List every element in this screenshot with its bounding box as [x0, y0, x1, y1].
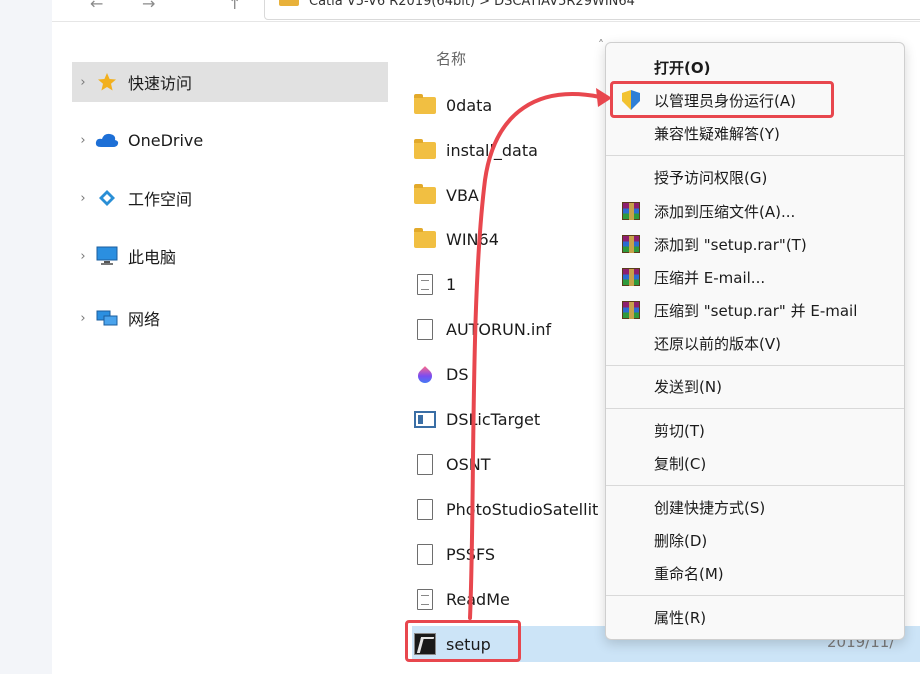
chevron-right-icon[interactable]: › [72, 191, 94, 206]
folder-icon [412, 183, 438, 207]
nav-label: OneDrive [128, 130, 204, 150]
file-name: ReadMe [446, 589, 510, 609]
menu-item-cut[interactable]: 剪切(T) [606, 414, 904, 446]
file-icon [412, 542, 438, 566]
sort-caret-icon: ˄ [598, 38, 604, 52]
menu-item-run-as-admin[interactable]: 以管理员身份运行(A) [606, 84, 904, 116]
file-name: PhotoStudioSatellit [446, 499, 599, 519]
menu-item-label: 压缩并 E-mail... [654, 268, 766, 287]
menu-item-label: 兼容性疑难解答(Y) [654, 124, 780, 143]
file-name: AUTORUN.inf [446, 319, 552, 339]
file-name: install_data [446, 140, 538, 160]
title-bar: ← → ↑ Catia V5-V6 R2019(64bit) > DSCATIA… [52, 0, 920, 22]
menu-separator [606, 485, 904, 486]
star-icon [94, 72, 120, 92]
menu-item-label: 重命名(M) [654, 564, 724, 583]
cloud-icon [94, 130, 120, 150]
file-icon [412, 452, 438, 476]
address-bar[interactable]: Catia V5-V6 R2019(64bit) > DSCATIAV5R29W… [264, 0, 920, 20]
menu-item-label: 复制(C) [654, 454, 707, 473]
nav-label: 工作空间 [128, 190, 193, 209]
menu-separator [606, 595, 904, 596]
text-file-icon [412, 587, 438, 611]
nav-item-onedrive[interactable]: › OneDrive [72, 120, 388, 160]
nav-label: 此电脑 [128, 248, 177, 267]
menu-item-create-shortcut[interactable]: 创建快捷方式(S) [606, 491, 904, 523]
back-arrow-icon[interactable]: ← [90, 0, 103, 13]
file-name: 0data [446, 95, 493, 115]
chevron-right-icon[interactable]: › [72, 75, 94, 90]
forward-arrow-icon[interactable]: → [142, 0, 155, 13]
file-name: 1 [446, 274, 457, 294]
menu-item-label: 压缩到 "setup.rar" 并 E-mail [654, 301, 858, 320]
menu-item-compress-email[interactable]: 压缩并 E-mail... [606, 261, 904, 293]
chevron-right-icon[interactable]: › [72, 133, 94, 148]
menu-item-label: 删除(D) [654, 531, 708, 550]
file-name: WIN64 [446, 229, 499, 249]
menu-item-label: 以管理员身份运行(A) [654, 91, 796, 110]
winrar-icon [620, 299, 642, 321]
menu-item-add-to-archive[interactable]: 添加到压缩文件(A)... [606, 195, 904, 227]
menu-separator [606, 408, 904, 409]
nav-label: 快速访问 [128, 74, 193, 93]
menu-item-label: 还原以前的版本(V) [654, 334, 781, 353]
menu-item-open[interactable]: 打开(O) [606, 51, 904, 83]
file-name: DSLicTarget [446, 409, 541, 429]
menu-item-rename[interactable]: 重命名(M) [606, 557, 904, 589]
uac-shield-icon [620, 89, 642, 111]
computer-icon [94, 246, 120, 266]
menu-item-label: 授予访问权限(G) [654, 168, 768, 187]
folder-icon [279, 0, 299, 6]
menu-item-compress-to-rar-email[interactable]: 压缩到 "setup.rar" 并 E-mail [606, 294, 904, 326]
menu-item-copy[interactable]: 复制(C) [606, 447, 904, 479]
file-name: setup [446, 634, 491, 654]
menu-item-send-to[interactable]: 发送到(N) [606, 370, 904, 402]
file-name: VBA [446, 185, 479, 205]
menu-item-label: 发送到(N) [654, 377, 722, 396]
menu-item-label: 剪切(T) [654, 421, 705, 440]
folder-icon [412, 227, 438, 251]
nav-label: 网络 [128, 310, 161, 329]
up-arrow-icon[interactable]: ↑ [228, 0, 241, 13]
app-drop-icon [412, 362, 438, 386]
file-icon [412, 497, 438, 521]
menu-item-properties[interactable]: 属性(R) [606, 601, 904, 633]
setup-exe-icon [412, 632, 438, 656]
chevron-right-icon[interactable]: › [72, 311, 94, 326]
file-icon [412, 317, 438, 341]
menu-separator [606, 155, 904, 156]
nav-item-quick-access[interactable]: › 快速访问 [72, 62, 388, 102]
file-name: DS [446, 364, 469, 384]
column-header-name[interactable]: 名称 [436, 48, 466, 69]
menu-separator [606, 365, 904, 366]
file-name: PSSFS [446, 544, 496, 564]
menu-item-label: 打开(O) [654, 58, 711, 77]
menu-item-grant-access[interactable]: 授予访问权限(G) [606, 161, 904, 193]
menu-item-compat-troubleshoot[interactable]: 兼容性疑难解答(Y) [606, 117, 904, 149]
menu-item-label: 添加到压缩文件(A)... [654, 202, 796, 221]
workspace-icon [94, 188, 120, 208]
menu-item-label: 属性(R) [654, 608, 707, 627]
app-window-icon [412, 407, 438, 431]
nav-item-workspace[interactable]: › 工作空间 [72, 178, 388, 218]
file-name: OSNT [446, 454, 491, 474]
winrar-icon [620, 266, 642, 288]
menu-item-delete[interactable]: 删除(D) [606, 524, 904, 556]
menu-item-add-to-setup-rar[interactable]: 添加到 "setup.rar"(T) [606, 228, 904, 260]
menu-item-restore-versions[interactable]: 还原以前的版本(V) [606, 327, 904, 359]
folder-icon [412, 138, 438, 162]
folder-icon [412, 93, 438, 117]
menu-item-label: 添加到 "setup.rar"(T) [654, 235, 807, 254]
address-path: Catia V5-V6 R2019(64bit) > DSCATIAV5R29W… [309, 0, 635, 9]
network-icon [94, 308, 120, 328]
winrar-icon [620, 200, 642, 222]
menu-item-label: 创建快捷方式(S) [654, 498, 766, 517]
nav-item-network[interactable]: › 网络 [72, 298, 388, 338]
navigation-pane: › 快速访问 › OneDrive › 工作空间 › 此电脑 › 网络 [52, 22, 392, 674]
nav-item-this-pc[interactable]: › 此电脑 [72, 236, 388, 276]
chevron-right-icon[interactable]: › [72, 249, 94, 264]
winrar-icon [620, 233, 642, 255]
text-file-icon [412, 272, 438, 296]
context-menu: 打开(O) 以管理员身份运行(A) 兼容性疑难解答(Y) 授予访问权限(G) 添… [605, 42, 905, 640]
